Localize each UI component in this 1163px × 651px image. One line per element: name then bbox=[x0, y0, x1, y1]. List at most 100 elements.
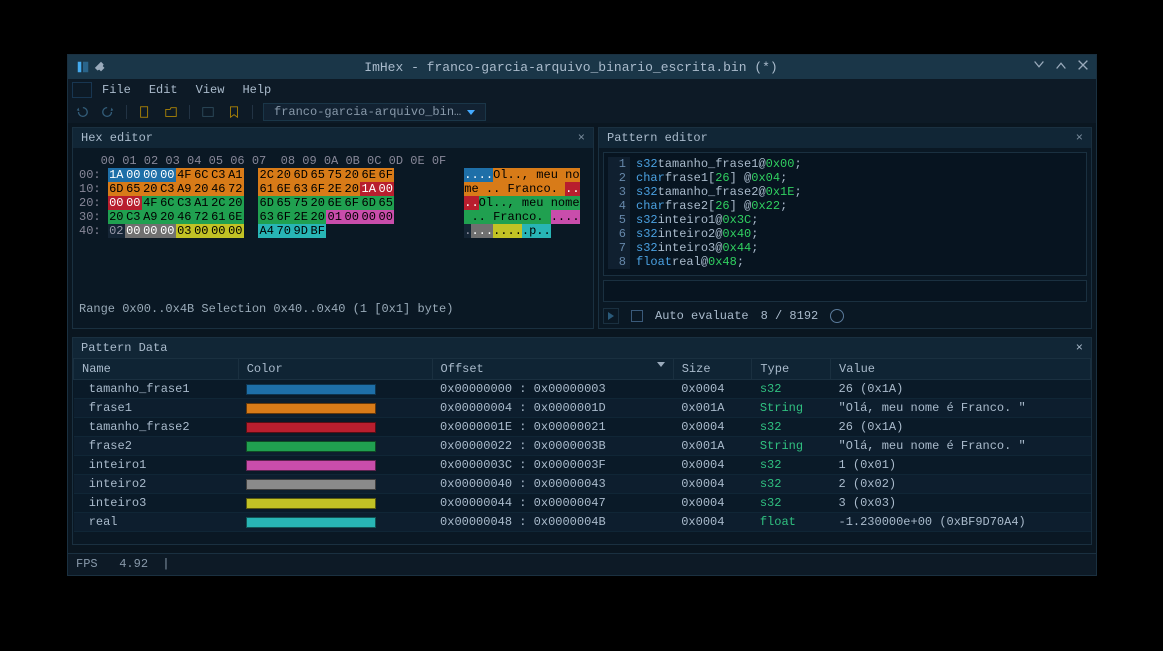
table-row[interactable]: tamanho_frase20x0000001E : 0x000000210x0… bbox=[74, 418, 1091, 437]
new-file-icon[interactable] bbox=[137, 104, 153, 120]
ascii-row[interactable]: me .. Franco. .. bbox=[464, 182, 579, 196]
hex-byte[interactable]: 00 bbox=[142, 168, 159, 182]
ascii-char[interactable]: e bbox=[471, 182, 478, 196]
hex-byte[interactable]: 46 bbox=[210, 182, 227, 196]
ascii-char[interactable]: . bbox=[471, 210, 478, 224]
hex-byte[interactable]: A1 bbox=[227, 168, 244, 182]
logo-icon[interactable] bbox=[72, 82, 92, 98]
ascii-char[interactable]: . bbox=[486, 168, 493, 182]
hex-byte[interactable]: 2E bbox=[326, 182, 343, 196]
ascii-char[interactable]: . bbox=[572, 182, 579, 196]
ascii-char[interactable]: n bbox=[551, 196, 558, 210]
hex-byte[interactable]: 00 bbox=[193, 224, 210, 238]
minimize-button[interactable] bbox=[1032, 58, 1046, 76]
ascii-char[interactable]: u bbox=[536, 196, 543, 210]
hex-row[interactable]: 20: 00004F6CC3A12C20 6D6575206E6F6D65 bbox=[79, 196, 446, 210]
hex-byte[interactable]: 6F bbox=[275, 210, 292, 224]
hex-byte[interactable]: 00 bbox=[159, 168, 176, 182]
ascii-char[interactable]: . bbox=[471, 168, 478, 182]
code-line[interactable]: 1s32 tamanho_frase1 @ 0x00; bbox=[608, 157, 1082, 171]
close-icon[interactable]: × bbox=[1076, 341, 1083, 355]
ascii-char[interactable] bbox=[544, 210, 551, 224]
ascii-char[interactable]: o bbox=[572, 168, 579, 182]
ascii-char[interactable]: r bbox=[515, 182, 522, 196]
file-selector[interactable]: franco-garcia-arquivo_bin… bbox=[263, 103, 486, 121]
ascii-char[interactable]: . bbox=[544, 224, 551, 238]
ascii-char[interactable] bbox=[544, 196, 551, 210]
hex-byte[interactable]: 2C bbox=[210, 196, 227, 210]
ascii-char[interactable]: . bbox=[507, 224, 514, 238]
table-row[interactable]: inteiro10x0000003C : 0x0000003F0x0004s32… bbox=[74, 456, 1091, 475]
close-button[interactable] bbox=[1076, 58, 1090, 76]
ascii-row[interactable]: ....Ol.., meu no bbox=[464, 168, 579, 182]
hex-byte[interactable]: 00 bbox=[125, 196, 142, 210]
col-type[interactable]: Type bbox=[752, 359, 831, 380]
hex-byte[interactable]: A9 bbox=[142, 210, 159, 224]
hex-row[interactable]: 00: 1A0000004F6CC3A1 2C206D6575206E6F bbox=[79, 168, 446, 182]
ascii-char[interactable]: O bbox=[479, 196, 486, 210]
ascii-char[interactable]: . bbox=[479, 168, 486, 182]
hex-byte[interactable]: 1A bbox=[360, 182, 377, 196]
ascii-char[interactable]: . bbox=[486, 182, 493, 196]
code-line[interactable]: 4char frase2[26] @ 0x22; bbox=[608, 199, 1082, 213]
maximize-button[interactable] bbox=[1054, 58, 1068, 76]
redo-icon[interactable] bbox=[100, 104, 116, 120]
code-line[interactable]: 3s32 tamanho_frase2 @ 0x1E; bbox=[608, 185, 1082, 199]
table-row[interactable]: inteiro20x00000040 : 0x000000430x0004s32… bbox=[74, 475, 1091, 494]
hex-byte[interactable]: 00 bbox=[125, 168, 142, 182]
hex-byte[interactable]: 70 bbox=[275, 224, 292, 238]
col-color[interactable]: Color bbox=[238, 359, 432, 380]
hex-byte[interactable]: 65 bbox=[309, 168, 326, 182]
hex-byte[interactable]: 00 bbox=[210, 224, 227, 238]
hex-byte[interactable]: 6E bbox=[360, 168, 377, 182]
ascii-char[interactable]: c bbox=[536, 182, 543, 196]
open-file-icon[interactable] bbox=[163, 104, 179, 120]
hex-byte[interactable]: 2C bbox=[258, 168, 275, 182]
hex-byte[interactable]: 6E bbox=[275, 182, 292, 196]
undo-icon[interactable] bbox=[74, 104, 90, 120]
ascii-char[interactable]: . bbox=[507, 168, 514, 182]
code-line[interactable]: 7s32 inteiro3 @ 0x44; bbox=[608, 241, 1082, 255]
hex-byte[interactable]: C3 bbox=[125, 210, 142, 224]
hex-byte[interactable]: 00 bbox=[377, 182, 394, 196]
ascii-char[interactable]: . bbox=[515, 168, 522, 182]
run-button[interactable] bbox=[603, 308, 619, 324]
hex-byte[interactable]: 4F bbox=[176, 168, 193, 182]
col-offset[interactable]: Offset bbox=[432, 359, 673, 380]
ascii-char[interactable]: . bbox=[551, 210, 558, 224]
col-value[interactable]: Value bbox=[831, 359, 1091, 380]
titlebar[interactable]: ImHex - franco-garcia-arquivo_binario_es… bbox=[68, 55, 1096, 79]
hex-byte[interactable]: 20 bbox=[142, 182, 159, 196]
hex-byte[interactable]: 6D bbox=[360, 196, 377, 210]
hex-byte[interactable]: 20 bbox=[343, 182, 360, 196]
code-line[interactable]: 5s32 inteiro1 @ 0x3C; bbox=[608, 213, 1082, 227]
hex-byte[interactable]: 00 bbox=[360, 210, 377, 224]
ascii-char[interactable]: . bbox=[486, 224, 493, 238]
table-row[interactable]: real0x00000048 : 0x0000004B0x0004float-1… bbox=[74, 513, 1091, 532]
ascii-row[interactable]: .........p.. bbox=[464, 224, 579, 238]
code-line[interactable]: 2char frase1[26] @ 0x04; bbox=[608, 171, 1082, 185]
hex-row[interactable]: 10: 6D6520C3A9204672 616E636F2E201A00 bbox=[79, 182, 446, 196]
ascii-char[interactable]: . bbox=[522, 224, 529, 238]
ascii-char[interactable]: a bbox=[507, 210, 514, 224]
ascii-char[interactable]: l bbox=[486, 196, 493, 210]
hex-byte[interactable]: 65 bbox=[377, 196, 394, 210]
hex-byte[interactable]: 65 bbox=[125, 182, 142, 196]
hex-byte[interactable]: 46 bbox=[176, 210, 193, 224]
ascii-char[interactable]: a bbox=[522, 182, 529, 196]
ascii-char[interactable]: e bbox=[572, 196, 579, 210]
ascii-char[interactable]: m bbox=[536, 168, 543, 182]
hex-byte[interactable]: 6D bbox=[258, 196, 275, 210]
pin-icon[interactable] bbox=[92, 60, 110, 74]
table-row[interactable]: frase20x00000022 : 0x0000003B0x001AStrin… bbox=[74, 437, 1091, 456]
menu-help[interactable]: Help bbox=[234, 81, 279, 99]
close-icon[interactable]: × bbox=[1076, 131, 1083, 145]
hex-byte[interactable]: 00 bbox=[377, 210, 394, 224]
hex-row[interactable]: 30: 20C3A9204672616E 636F2E2001000000 bbox=[79, 210, 446, 224]
ascii-char[interactable]: e bbox=[544, 168, 551, 182]
ascii-char[interactable]: . bbox=[551, 182, 558, 196]
ascii-char[interactable]: u bbox=[551, 168, 558, 182]
col-name[interactable]: Name bbox=[74, 359, 239, 380]
hex-byte[interactable]: 72 bbox=[193, 210, 210, 224]
hex-byte[interactable]: 20 bbox=[227, 196, 244, 210]
